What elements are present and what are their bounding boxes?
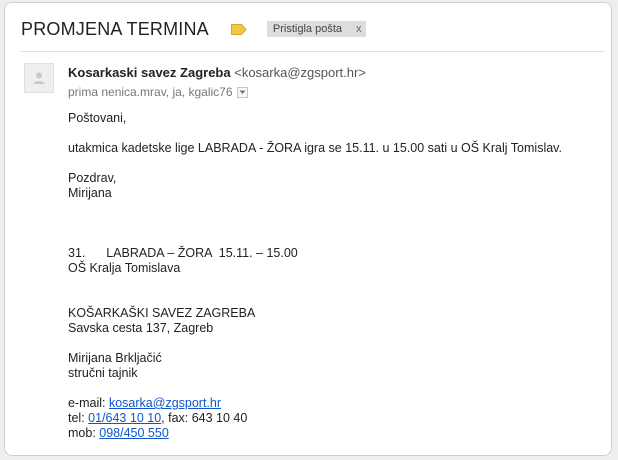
email-label: e-mail:: [68, 396, 109, 410]
fax-text: , fax: 643 10 40: [161, 411, 248, 425]
subject-row: PROMJENA TERMINA Pristigla pošta x: [21, 17, 611, 41]
divider: [21, 51, 605, 52]
tel-link[interactable]: 01/643 10 10: [88, 411, 161, 425]
match-line: 31. LABRADA – ŽORA 15.11. – 15.00: [68, 246, 298, 260]
sender-name[interactable]: Kosarkaski savez Zagreba: [68, 65, 231, 80]
person-avatar-icon[interactable]: [24, 63, 54, 93]
email-link[interactable]: kosarka@zgsport.hr: [109, 396, 221, 410]
sender-line: Kosarkaski savez Zagreba <kosarka@zgspor…: [68, 65, 366, 80]
mob-line: mob: 098/450 550: [68, 426, 603, 441]
message-view: PROMJENA TERMINA Pristigla pošta x Kosar…: [4, 2, 612, 456]
sender-email: <kosarka@zgsport.hr>: [234, 65, 366, 80]
thread-subject: PROMJENA TERMINA: [21, 18, 209, 39]
venue: OŠ Kralja Tomislava: [68, 261, 181, 275]
label-tag-icon[interactable]: [230, 23, 247, 35]
message-body: Poštovani, utakmica kadetske lige LABRAD…: [68, 111, 603, 441]
recipients-text: prima nenica.mrav, ja, kgalic76: [68, 85, 233, 99]
recipients-line: prima nenica.mrav, ja, kgalic76: [68, 85, 248, 99]
closing: Pozdrav,: [68, 171, 117, 185]
inbox-label-chip[interactable]: Pristigla pošta x: [266, 21, 366, 37]
person-title: stručni tajnik: [68, 366, 138, 380]
body-line-1: utakmica kadetske lige LABRADA - ŽORA ig…: [68, 141, 562, 155]
remove-label-button[interactable]: x: [356, 21, 362, 37]
signoff-name: Mirijana: [68, 186, 112, 200]
org-address: Savska cesta 137, Zagreb: [68, 321, 214, 335]
chevron-down-icon[interactable]: [236, 86, 248, 98]
tel-line: tel: 01/643 10 10, fax: 643 10 40: [68, 411, 603, 426]
inbox-label-text: Pristigla pošta: [272, 23, 342, 35]
tel-label: tel:: [68, 411, 89, 425]
greeting: Poštovani,: [68, 111, 127, 125]
org-name: KOŠARKAŠKI SAVEZ ZAGREBA: [68, 306, 256, 320]
mob-link[interactable]: 098/450 550: [99, 426, 169, 440]
email-line: e-mail: kosarka@zgsport.hr: [68, 396, 603, 411]
mob-label: mob:: [68, 426, 100, 440]
person-name: Mirijana Brkljačić: [68, 351, 162, 365]
